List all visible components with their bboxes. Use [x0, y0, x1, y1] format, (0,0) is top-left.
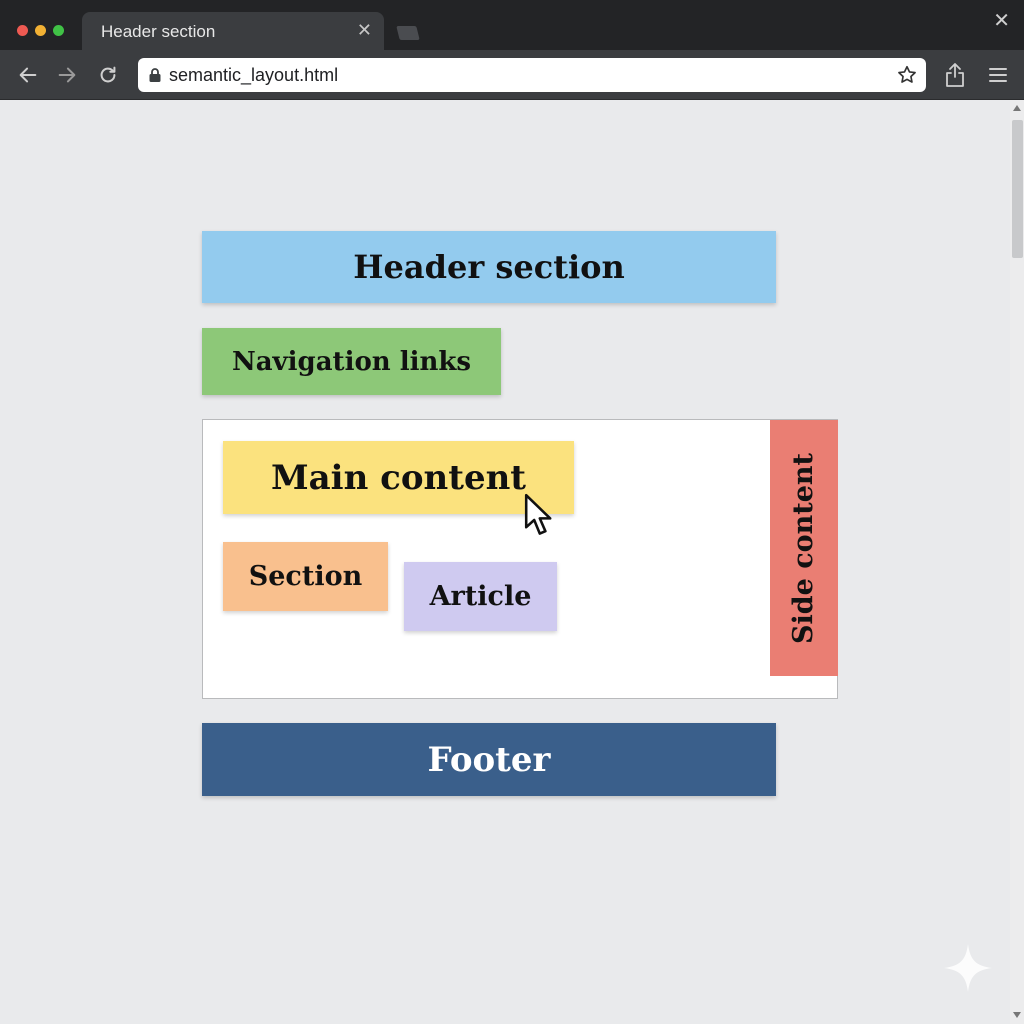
close-window-dot[interactable] — [17, 25, 28, 36]
main-content-label: Main content — [271, 457, 526, 498]
tab-title: Header section — [101, 22, 216, 41]
share-icon[interactable] — [943, 62, 967, 88]
scrollbar-thumb[interactable] — [1012, 120, 1023, 258]
navigation-block[interactable]: Navigation links — [202, 328, 501, 395]
forward-arrow-icon — [58, 67, 76, 83]
scroll-up-arrow-icon[interactable] — [1013, 105, 1021, 111]
url-text[interactable]: semantic_layout.html — [169, 65, 338, 86]
footer-label: Footer — [427, 739, 551, 780]
back-button[interactable] — [14, 61, 42, 89]
header-section-label: Header section — [353, 248, 625, 286]
browser-title-bar: Header section ✕ ✕ — [0, 0, 1024, 50]
navigation-label: Navigation links — [231, 346, 472, 377]
sparkle-icon — [944, 944, 992, 992]
footer-block: Footer — [202, 723, 776, 796]
mouse-cursor-icon — [524, 493, 552, 535]
minimize-window-dot[interactable] — [35, 25, 46, 36]
header-section-block: Header section — [202, 231, 776, 303]
section-block: Section — [223, 542, 388, 611]
lock-icon — [149, 68, 161, 82]
side-content-block: Side content — [770, 420, 838, 676]
tab-close-icon[interactable]: ✕ — [357, 20, 372, 41]
new-tab-button[interactable] — [396, 26, 420, 40]
browser-tab[interactable]: Header section ✕ — [82, 12, 384, 50]
article-block: Article — [404, 562, 557, 631]
article-label: Article — [429, 581, 532, 612]
window-close-icon[interactable]: ✕ — [993, 8, 1010, 33]
hamburger-menu-icon[interactable] — [987, 64, 1009, 86]
star-icon — [898, 65, 916, 83]
maximize-window-dot[interactable] — [53, 25, 64, 36]
reload-icon — [100, 66, 116, 83]
address-bar[interactable]: semantic_layout.html — [138, 58, 926, 92]
browser-toolbar: semantic_layout.html — [0, 50, 1024, 100]
reload-button[interactable] — [94, 61, 122, 89]
main-content-block[interactable]: Main content — [223, 441, 574, 514]
forward-button[interactable] — [53, 61, 81, 89]
scroll-down-arrow-icon[interactable] — [1013, 1012, 1021, 1018]
section-label: Section — [248, 561, 363, 592]
back-arrow-icon — [19, 67, 37, 83]
side-content-label: Side content — [788, 452, 820, 644]
